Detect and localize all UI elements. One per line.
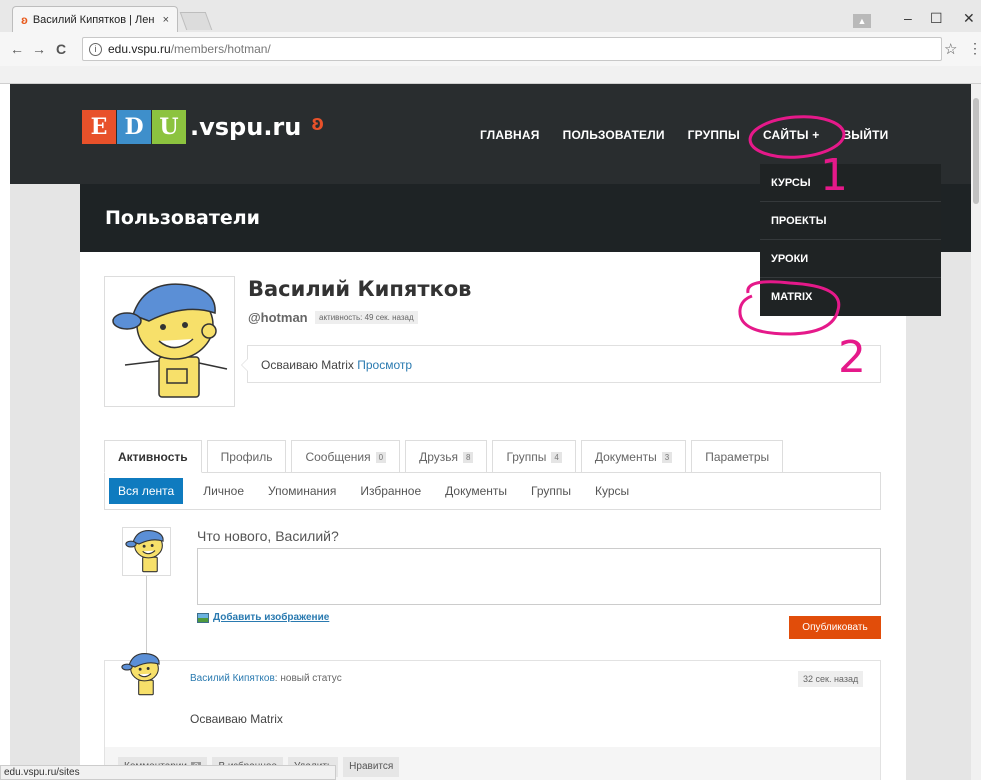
profile-handle: @hotman: [248, 310, 308, 325]
browser-tab[interactable]: ʚ Василий Кипятков | Лен ×: [12, 6, 178, 32]
cartoon-boy-avatar-icon: [121, 653, 160, 696]
dropdown-item-lessons[interactable]: УРОКИ: [760, 240, 941, 278]
add-image-label: Добавить изображение: [213, 612, 330, 623]
tab-friends-count: 8: [462, 451, 474, 463]
url-path: /members/hotman/: [170, 42, 271, 56]
like-button[interactable]: Нравится: [343, 756, 400, 777]
status-bubble: Осваиваю Matrix Просмотр: [241, 345, 881, 383]
subnav-personal[interactable]: Личное: [203, 484, 244, 498]
tab-documents[interactable]: Документы 3: [580, 440, 687, 473]
tab-activity[interactable]: Активность: [104, 440, 202, 473]
cartoon-boy-avatar-icon: [105, 277, 234, 406]
annotation-number-one: 1: [820, 150, 848, 201]
tab-groups[interactable]: Группы 4: [492, 440, 576, 473]
tab-title: Василий Кипятков | Лен: [32, 13, 155, 26]
maximize-icon[interactable]: ☐: [930, 10, 943, 27]
site-info-icon[interactable]: i: [89, 42, 102, 56]
browser-status-bar: edu.vspu.ru/sites: [0, 765, 336, 780]
subnav-favorites[interactable]: Избранное: [360, 484, 421, 498]
tab-messages[interactable]: Сообщения 0: [291, 440, 401, 473]
tab-messages-label: Сообщения: [305, 450, 371, 464]
dropdown-item-projects[interactable]: ПРОЕКТЫ: [760, 202, 941, 240]
subnav-groups[interactable]: Группы: [531, 484, 571, 498]
tab-messages-count: 0: [375, 451, 387, 463]
status-view-link[interactable]: Просмотр: [357, 358, 412, 372]
tab-close-icon[interactable]: ×: [163, 14, 169, 26]
url-input[interactable]: i edu.vspu.ru/members/hotman/: [82, 37, 942, 61]
tab-profile[interactable]: Профиль: [206, 440, 287, 473]
whats-new-prompt: Что нового, Василий?: [197, 528, 339, 544]
tab-settings-label: Параметры: [705, 450, 770, 464]
tab-groups-count: 4: [551, 451, 562, 463]
cartoon-boy-avatar-icon: [125, 530, 164, 573]
bookmark-star-icon[interactable]: ☆: [944, 40, 957, 58]
logo-speech-bubble-icon: ʚ: [311, 110, 324, 135]
browser-menu-icon[interactable]: ⋮: [968, 40, 981, 57]
back-icon[interactable]: ←: [6, 41, 28, 57]
logo-letter-e: E: [82, 110, 116, 144]
profile-name: Василий Кипятков: [248, 277, 472, 301]
activity-author-avatar[interactable]: [119, 651, 168, 700]
activity-body: Осваиваю Matrix: [190, 712, 283, 726]
tab-profile-label: Профиль: [220, 450, 273, 464]
logo-domain: .vspu.ru: [190, 113, 302, 141]
minimize-icon[interactable]: –: [904, 10, 912, 26]
tab-friends[interactable]: Друзья 8: [405, 440, 488, 473]
dropdown-item-courses[interactable]: КУРСЫ: [760, 164, 941, 202]
new-tab-button[interactable]: [179, 12, 213, 30]
logo-letter-d: D: [117, 110, 151, 144]
post-textarea[interactable]: [197, 548, 881, 605]
nav-groups[interactable]: ГРУППЫ: [688, 128, 740, 142]
publish-button[interactable]: Опубликовать: [789, 616, 881, 639]
subnav-all[interactable]: Вся лента: [109, 478, 184, 504]
site-logo[interactable]: E D U .vspu.ru ʚ: [82, 110, 324, 144]
forward-icon[interactable]: →: [28, 41, 50, 57]
tab-documents-count: 3: [661, 451, 673, 463]
logo-letter-u: U: [152, 110, 186, 144]
tab-settings[interactable]: Параметры: [691, 440, 784, 473]
activity-timestamp[interactable]: 32 сек. назад: [798, 671, 864, 687]
nav-users[interactable]: ПОЛЬЗОВАТЕЛИ: [563, 128, 665, 142]
profile-avatar[interactable]: [104, 276, 235, 407]
add-image-link[interactable]: Добавить изображение: [197, 612, 329, 623]
status-line: Осваиваю Matrix Просмотр: [261, 358, 412, 372]
subnav-documents[interactable]: Документы: [445, 484, 507, 498]
image-icon: [197, 612, 209, 623]
nav-home[interactable]: ГЛАВНАЯ: [480, 128, 540, 142]
scrollbar-thumb[interactable]: [973, 98, 979, 204]
subnav-courses[interactable]: Курсы: [595, 484, 629, 498]
sites-dropdown-menu: КУРСЫ ПРОЕКТЫ УРОКИ MATRIX: [760, 164, 941, 316]
tab-friends-label: Друзья: [419, 450, 458, 464]
tab-documents-label: Документы: [594, 450, 657, 464]
post-form-avatar[interactable]: [122, 527, 171, 576]
nav-sites[interactable]: САЙТЫ +: [763, 128, 819, 142]
site-favicon-icon: ʚ: [21, 12, 28, 27]
activity-item: Василий Кипятков: новый статус 32 сек. н…: [104, 653, 881, 780]
annotation-number-two: 2: [838, 332, 866, 383]
activity-subnav: Вся лента Личное Упоминания Избранное До…: [104, 473, 881, 510]
subnav-mentions[interactable]: Упоминания: [268, 484, 336, 498]
tab-strip: ʚ Василий Кипятков | Лен × ▲ – ☐ ✕: [0, 0, 981, 32]
last-activity-badge: активность: 49 сек. назад: [315, 311, 418, 324]
close-window-icon[interactable]: ✕: [963, 10, 975, 27]
profile-icon[interactable]: ▲: [853, 14, 871, 28]
activity-action: : новый статус: [274, 673, 342, 684]
status-text: Осваиваю Matrix: [261, 358, 354, 372]
profile-content: Василий Кипятков @hotman активность: 49 …: [80, 252, 906, 780]
reload-icon[interactable]: C: [50, 41, 72, 57]
browser-chrome: ʚ Василий Кипятков | Лен × ▲ – ☐ ✕ ← → C…: [0, 0, 981, 84]
profile-tabs: Активность Профиль Сообщения 0 Друзья 8 Гр…: [104, 440, 788, 473]
main-nav: ГЛАВНАЯ ПОЛЬЗОВАТЕЛИ ГРУППЫ САЙТЫ + ВЫЙТ…: [480, 128, 911, 142]
tab-activity-label: Активность: [118, 449, 188, 464]
dropdown-item-matrix[interactable]: MATRIX: [760, 278, 941, 316]
url-host: edu.vspu.ru: [108, 42, 171, 56]
activity-header: Василий Кипятков: новый статус: [190, 673, 342, 684]
address-bar: ← → C i edu.vspu.ru/members/hotman/: [0, 32, 981, 66]
tab-groups-label: Группы: [506, 450, 547, 464]
activity-author-link[interactable]: Василий Кипятков: [190, 673, 275, 684]
nav-logout[interactable]: ВЫЙТИ: [842, 128, 888, 142]
page-title: Пользователи: [105, 207, 260, 229]
